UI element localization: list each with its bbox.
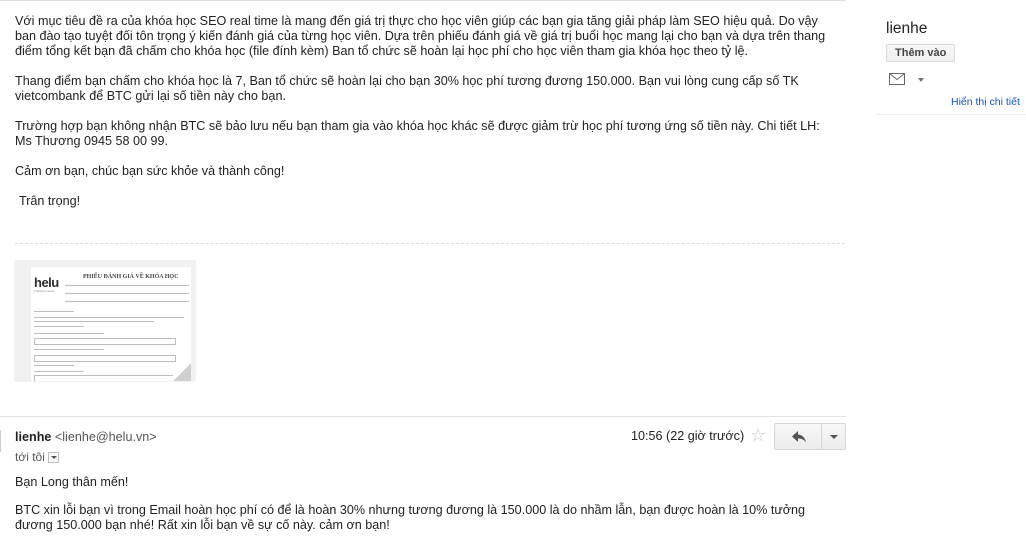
form-rule (34, 365, 74, 366)
form-rule (65, 293, 189, 294)
attachment-divider (15, 243, 845, 244)
chevron-down-icon[interactable] (918, 78, 924, 82)
add-contact-button[interactable]: Thêm vào (886, 44, 956, 62)
attachment-logo-subtext: Training Center (34, 289, 55, 293)
form-rule (34, 311, 74, 312)
reply-paragraph: BTC xin lỗi bạn vì trong Email hoàn học … (15, 503, 806, 532)
sidebar-divider (876, 114, 1026, 115)
message-paragraph: Cảm ơn bạn, chúc bạn sức khỏe và thành c… (15, 164, 285, 178)
sender-email: <lienhe@helu.vn> (54, 430, 157, 444)
message-edge-marker (0, 430, 1, 452)
form-rule (65, 285, 189, 286)
form-box (34, 375, 176, 381)
message-paragraph: Trường hợp bạn không nhận BTC sẽ bảo lưu… (15, 119, 820, 148)
mail-icon[interactable] (889, 73, 905, 85)
recipient-details-dropdown[interactable] (47, 452, 59, 463)
star-icon[interactable]: ☆ (750, 425, 766, 445)
contact-name: lienhe (886, 20, 928, 37)
form-box (34, 355, 176, 362)
form-box (34, 338, 176, 345)
form-rule (34, 349, 104, 350)
top-divider (0, 0, 846, 1)
form-rule (34, 321, 154, 322)
show-details-link[interactable]: Hiển thị chi tiết (951, 96, 1020, 108)
reply-paragraph: Bạn Long thân mến! (15, 475, 129, 489)
reply-timestamp: 10:56 (22 giờ trước) (631, 429, 745, 443)
attachment-thumbnail[interactable]: helu Training Center PHIẾU ĐÁNH GIÁ VỀ K… (15, 261, 195, 381)
reply-sender[interactable]: lienhe <lienhe@helu.vn> (15, 430, 157, 444)
more-options-button[interactable] (821, 423, 846, 450)
attachment-document-preview: helu Training Center PHIẾU ĐÁNH GIÁ VỀ K… (31, 267, 191, 381)
form-rule (65, 301, 189, 302)
reply-icon (792, 431, 806, 443)
contact-sidebar: lienhe Thêm vào Hiển thị chi tiết (876, 0, 1026, 538)
email-thread-view: Với mục tiêu đề ra của khóa học SEO real… (0, 0, 1026, 538)
message-paragraph: Thang điểm bạn chấm cho khóa học là 7, B… (15, 74, 799, 103)
reply-body: Bạn Long thân mến! BTC xin lỗi bạn vì tr… (15, 475, 833, 538)
message-body: Với mục tiêu đề ra của khóa học SEO real… (15, 14, 833, 224)
message-signoff: Trân trọng! (19, 194, 81, 208)
form-rule (34, 317, 184, 318)
attachment-doc-title: PHIẾU ĐÁNH GIÁ VỀ KHÓA HỌC (83, 274, 179, 280)
form-rule (34, 326, 84, 327)
form-rule (34, 371, 84, 372)
page-fold (173, 363, 191, 381)
reply-recipient: tới tôi (15, 450, 59, 464)
attachment-logo: helu (34, 275, 59, 290)
reply-button[interactable] (774, 423, 822, 450)
thread-separator (0, 416, 846, 417)
form-rule (34, 333, 104, 334)
recipient-label: tới tôi (15, 450, 45, 464)
message-paragraph: Với mục tiêu đề ra của khóa học SEO real… (15, 14, 826, 58)
sender-name[interactable]: lienhe (15, 430, 51, 444)
